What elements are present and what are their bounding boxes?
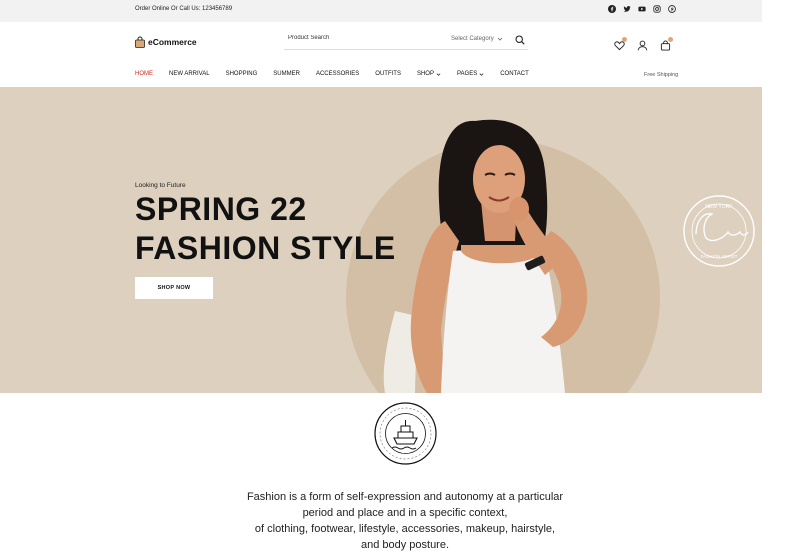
nav-item-label: NEW ARRIVAL	[169, 71, 210, 77]
youtube-icon[interactable]	[638, 5, 646, 13]
store-ship-logo	[374, 402, 437, 465]
hero-banner: Looking to Future SPRING 22 FASHION STYL…	[0, 87, 762, 393]
nav-item-contact[interactable]: CONTACT	[500, 71, 529, 77]
nav-item-shopping[interactable]: SHOPPING	[226, 71, 258, 77]
nav-item-shop[interactable]: SHOP	[417, 71, 441, 77]
chevron-down-icon	[497, 37, 502, 41]
site-logo[interactable]: eCommerce	[135, 36, 197, 48]
hero-title-line-2: FASHION STYLE	[135, 230, 396, 266]
shopping-bag-icon	[135, 36, 145, 48]
free-shipping-note: Free Shipping	[644, 72, 679, 78]
nav-item-label: ACCESSORIES	[315, 71, 360, 77]
chevron-down-icon	[479, 72, 484, 76]
wishlist-count-badge	[622, 37, 627, 42]
svg-text:NEW YORK: NEW YORK	[705, 204, 733, 210]
new-york-clothes-badge: NEW YORK FASHION ARTIST	[683, 195, 755, 267]
nav-item-home[interactable]: HOME	[135, 71, 153, 77]
search-bar: Select Category	[284, 30, 528, 50]
description-line-4: and body posture.	[360, 539, 450, 551]
hero-subtitle: Looking to Future	[135, 182, 186, 189]
hero-model-image	[383, 119, 588, 393]
category-select[interactable]: Select Category	[451, 36, 503, 42]
social-links	[608, 5, 676, 13]
description-line-2: period and place and in a specific conte…	[302, 507, 508, 519]
cart-count-badge	[668, 37, 673, 42]
nav-item-summer[interactable]: SUMMER	[273, 71, 300, 77]
nav-item-label: OUTFITS	[375, 71, 401, 77]
contact-phone: Order Online Or Call Us: 123456789	[135, 6, 233, 12]
description-line-1: Fashion is a form of self-expression and…	[246, 491, 564, 503]
shop-now-button[interactable]: SHOP NOW	[135, 277, 213, 299]
hero-title-line-1: SPRING 22	[135, 191, 307, 227]
nav-item-accessories[interactable]: ACCESSORIES	[316, 71, 359, 77]
facebook-icon[interactable]	[608, 5, 616, 13]
nav-item-new-arrival[interactable]: NEW ARRIVAL	[169, 71, 210, 77]
user-icon	[637, 40, 648, 51]
chevron-down-icon	[436, 72, 441, 76]
logo-text: eCommerce	[148, 37, 197, 47]
nav-item-label: HOME	[135, 71, 153, 77]
category-select-label: Select Category	[451, 36, 494, 42]
header-actions	[614, 37, 673, 51]
pinterest-icon[interactable]	[668, 5, 676, 13]
instagram-icon[interactable]	[653, 5, 661, 13]
nav-item-label: PAGES	[456, 71, 478, 77]
nav-item-outfits[interactable]: OUTFITS	[375, 71, 401, 77]
svg-text:FASHION ARTIST: FASHION ARTIST	[701, 254, 738, 259]
cart-button[interactable]	[660, 37, 673, 51]
search-icon[interactable]	[515, 35, 525, 45]
nav-item-label: CONTACT	[500, 71, 529, 77]
search-input[interactable]	[288, 35, 438, 41]
twitter-icon[interactable]	[623, 5, 631, 13]
account-button[interactable]	[637, 38, 648, 51]
top-bar: Order Online Or Call Us: 123456789	[0, 0, 762, 22]
nav-item-label: SUMMER	[273, 71, 300, 77]
description-line-3: of clothing, footwear, lifestyle, access…	[254, 523, 556, 535]
nav-menu: HOME NEW ARRIVAL SHOPPING SUMMER ACCESSO…	[135, 71, 545, 77]
site-header: eCommerce Select Category	[0, 22, 762, 64]
main-nav: HOME NEW ARRIVAL SHOPPING SUMMER ACCESSO…	[0, 64, 762, 86]
wishlist-button[interactable]	[614, 37, 627, 51]
nav-item-pages[interactable]: PAGES	[457, 71, 484, 77]
nav-item-label: SHOP	[416, 71, 434, 77]
nav-item-label: SHOPPING	[225, 71, 258, 77]
